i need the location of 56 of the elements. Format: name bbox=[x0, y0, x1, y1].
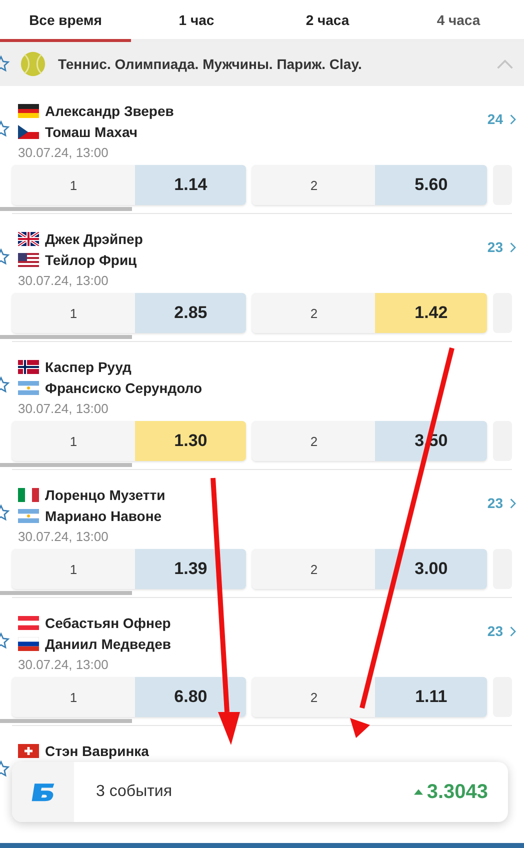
outcome-label: 1 bbox=[12, 293, 135, 333]
odds-value: 1.39 bbox=[135, 549, 246, 589]
match-date: 30.07.24, 13:00 bbox=[18, 401, 110, 416]
outcome-label: 1 bbox=[12, 549, 135, 589]
outcome-label: 2 bbox=[252, 549, 376, 589]
outcome-label: 1 bbox=[12, 421, 135, 461]
section-header[interactable]: Теннис. Олимпиада. Мужчины. Париж. Clay. bbox=[0, 42, 524, 86]
odds-button[interactable]: 2 3.00 bbox=[252, 549, 487, 589]
odds-value: 1.30 bbox=[135, 421, 246, 461]
odds-button[interactable]: 1 1.14 bbox=[12, 165, 246, 205]
chevron-right-icon bbox=[509, 242, 516, 252]
odds-value: 5.60 bbox=[375, 165, 487, 205]
player-name: Александр Зверев bbox=[45, 102, 174, 118]
player-name: Даниил Медведев bbox=[45, 636, 172, 652]
odds-value: 1.42 bbox=[375, 293, 487, 333]
odds-button[interactable]: 2 1.11 bbox=[252, 677, 487, 717]
odds-value: 2.85 bbox=[135, 293, 246, 333]
tennis-ball-icon bbox=[20, 51, 46, 77]
player-name: Тейлор Фриц bbox=[45, 252, 137, 268]
chevron-right-icon bbox=[509, 498, 516, 508]
outcome-label: 1 bbox=[12, 165, 135, 205]
player-name: Себастьян Офнер bbox=[45, 614, 171, 630]
outcome-label: 2 bbox=[252, 677, 376, 717]
player-name: Томаш Махач bbox=[45, 124, 138, 140]
odds-button[interactable]: 2 5.60 bbox=[252, 165, 487, 205]
match-date: 30.07.24, 13:00 bbox=[18, 273, 110, 288]
odds-button[interactable]: 1 2.85 bbox=[12, 293, 246, 333]
odds-value: 1.11 bbox=[375, 677, 487, 717]
odds-value: 1.14 bbox=[135, 165, 246, 205]
outcome-label: 1 bbox=[12, 677, 135, 717]
chevron-right-icon bbox=[509, 114, 516, 124]
match-date: 30.07.24, 13:00 bbox=[18, 145, 110, 160]
odds-value: 3.00 bbox=[375, 549, 487, 589]
odds-button[interactable]: 1 1.30 bbox=[12, 421, 246, 461]
odds-value: 6.80 bbox=[135, 677, 246, 717]
outcome-label: 2 bbox=[252, 165, 376, 205]
section-title: Теннис. Олимпиада. Мужчины. Париж. Clay. bbox=[58, 56, 363, 72]
odds-button[interactable]: 1 1.39 bbox=[12, 549, 246, 589]
match-date: 30.07.24, 13:00 bbox=[18, 529, 110, 544]
logo-icon bbox=[29, 781, 57, 803]
odds-button[interactable]: 1 6.80 bbox=[12, 677, 246, 717]
up-triangle-icon bbox=[414, 789, 423, 795]
outcome-label: 2 bbox=[252, 421, 376, 461]
player-name: Мариано Навоне bbox=[45, 508, 162, 524]
chevron-right-icon bbox=[509, 626, 516, 636]
odds-button[interactable]: 2 1.42 bbox=[252, 293, 487, 333]
player-name: Франсиско Серундоло bbox=[45, 380, 202, 396]
player-name: Лоренцо Музетти bbox=[45, 486, 166, 502]
bet-slip-bar[interactable]: 3 события 3.3043 bbox=[12, 762, 508, 822]
outcome-label: 2 bbox=[252, 293, 376, 333]
events-count: 3 события bbox=[96, 783, 174, 801]
match-date: 30.07.24, 13:00 bbox=[18, 657, 110, 672]
player-name: Стэн Вавринка bbox=[45, 742, 149, 758]
player-name: Каспер Рууд bbox=[45, 358, 132, 374]
player-name: Джек Дрэйпер bbox=[45, 230, 143, 246]
total-odds: 3.3043 bbox=[426, 780, 488, 804]
